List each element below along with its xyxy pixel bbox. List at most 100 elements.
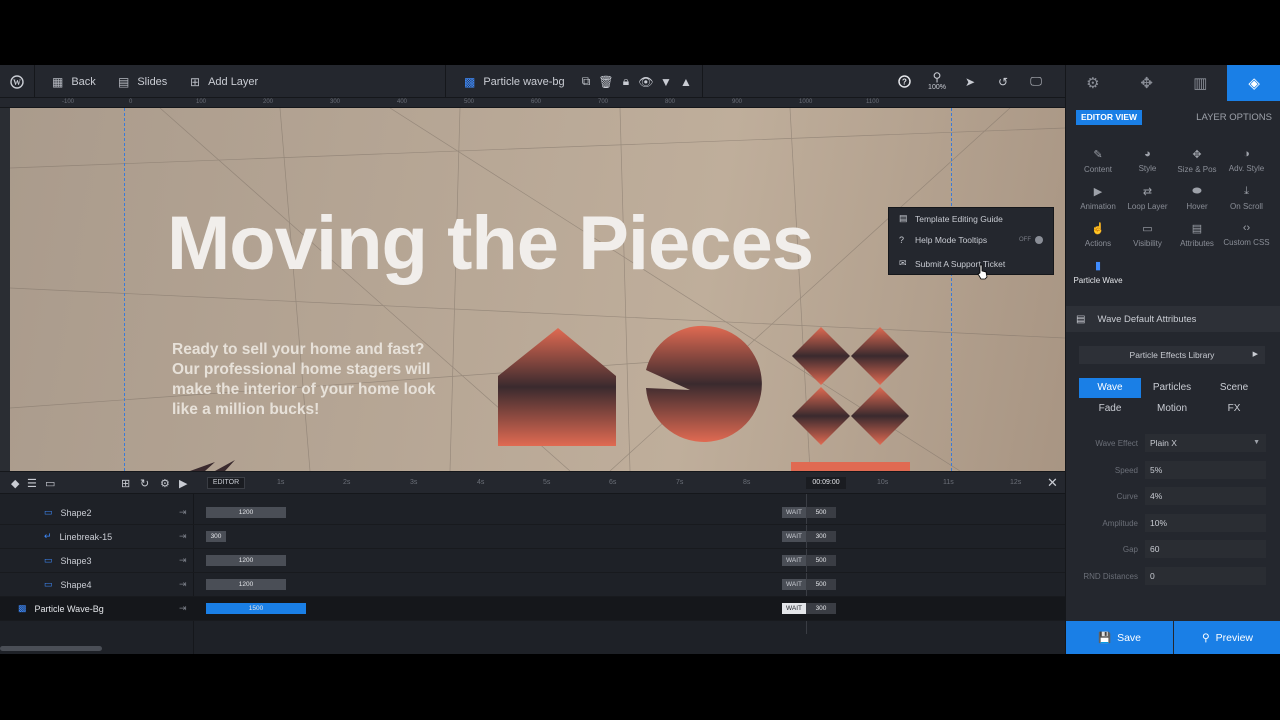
save-button[interactable]: 💾 Save — [1066, 621, 1173, 654]
layers-icon[interactable]: ◆ — [11, 477, 19, 490]
segment-scene[interactable]: Scene — [1203, 378, 1265, 398]
particle-library-button[interactable]: Particle Effects Library ▶ — [1079, 346, 1265, 364]
chevron-down-icon[interactable]: ▼ — [655, 65, 677, 98]
option-content[interactable]: ✎ Content — [1072, 148, 1124, 174]
option-adv-style[interactable]: ◑ Adv. Style — [1221, 148, 1273, 173]
timeline-row[interactable]: ▭ Shape4 ⇥ 1200 WAIT 500 — [0, 573, 1065, 597]
field-wave-effect[interactable]: Plain X ▼ — [1145, 434, 1266, 452]
expand-arrow-icon[interactable]: ⇥ — [179, 579, 187, 590]
expand-arrow-icon[interactable]: ⇥ — [179, 555, 187, 566]
desktop-view-icon[interactable]: 🖵 — [1025, 65, 1047, 98]
field-rnd-distances[interactable]: 0 — [1145, 567, 1266, 585]
trash-icon[interactable]: 🗑 — [595, 65, 617, 98]
folder-icon[interactable]: ▭ — [45, 477, 55, 490]
option-animation[interactable]: ▶ Animation — [1072, 185, 1124, 211]
expand-arrow-icon[interactable]: ⇥ — [179, 507, 187, 518]
option-visibility[interactable]: ▭ Visibility — [1122, 222, 1174, 248]
subtext-paragraph[interactable]: Ready to sell your home and fast? Our pr… — [172, 340, 442, 420]
scroll-icon: ⤓ — [1244, 185, 1249, 197]
duplicate-icon[interactable]: ⧉ — [575, 65, 597, 98]
help-tooltips-item[interactable]: ? Help Mode Tooltips — [899, 235, 987, 245]
option-loop-layer[interactable]: ⇄ Loop Layer — [1122, 185, 1174, 211]
field-label: Gap — [1122, 545, 1138, 555]
option-size-pos[interactable]: ✥ Size & Pos — [1171, 148, 1223, 174]
option-attributes[interactable]: ▤ Attributes — [1171, 222, 1223, 248]
option-actions[interactable]: ☝ Actions — [1072, 222, 1124, 248]
segment-fx[interactable]: FX — [1203, 399, 1265, 419]
refresh-icon[interactable]: ↻ — [140, 477, 149, 490]
duration-bar[interactable]: 1500 — [206, 603, 306, 614]
template-guide-label: Template Editing Guide — [915, 213, 1003, 224]
field-gap[interactable]: 60 — [1145, 540, 1266, 559]
slide-icon[interactable]: ▥ — [1174, 65, 1228, 101]
duration-bar[interactable]: 300 — [206, 531, 226, 542]
editor-tab[interactable]: EDITOR — [207, 477, 245, 489]
slides-button[interactable]: ▤ Slides — [118, 65, 167, 98]
field-curve[interactable]: 4% — [1145, 487, 1266, 506]
wait-block[interactable]: WAIT 300 — [782, 531, 836, 542]
option-custom-css[interactable]: ‹› Custom CSS — [1221, 222, 1273, 247]
slide-canvas[interactable]: Moving the Pieces Ready to sell your hom… — [10, 108, 1065, 471]
pacman-shape[interactable] — [646, 325, 762, 442]
segment-particles[interactable]: Particles — [1141, 378, 1203, 398]
timeline-row-selected[interactable]: ▩ Particle Wave-Bg ⇥ 1500 WAIT 300 — [0, 597, 1065, 621]
wait-block[interactable]: WAIT 500 — [782, 507, 836, 518]
option-hover[interactable]: ⬬ Hover — [1171, 185, 1223, 211]
gear-icon[interactable]: ⚙ — [1066, 65, 1120, 101]
navigation-icon[interactable]: ✥ — [1120, 65, 1174, 101]
tooltips-toggle[interactable] — [1035, 236, 1043, 244]
duration-bar[interactable]: 1200 — [206, 579, 286, 590]
option-particle-wave[interactable]: ▮ Particle Wave — [1072, 259, 1124, 285]
current-time[interactable]: 00:09:00 — [806, 477, 846, 489]
wait-block[interactable]: WAIT 500 — [782, 555, 836, 566]
pointer-icon[interactable]: ➤ — [959, 65, 981, 98]
timeline-row[interactable]: ▭ Shape2 ⇥ 1200 WAIT 500 — [0, 501, 1065, 525]
horizontal-ruler: -100 0 100 200 300 400 500 600 700 800 900 1000 1100 — [0, 98, 1065, 108]
duration-bar[interactable]: 1200 — [206, 555, 286, 566]
preview-button[interactable]: ⚲ Preview — [1174, 621, 1280, 654]
option-on-scroll[interactable]: ⤓ On Scroll — [1221, 185, 1273, 211]
diamond-cluster-shape[interactable] — [792, 327, 909, 445]
segment-fade[interactable]: Fade — [1079, 399, 1141, 419]
editor-view-badge[interactable]: EDITOR VIEW — [1076, 110, 1143, 125]
chevron-up-icon[interactable]: ▲ — [675, 65, 697, 98]
layers-tab-icon[interactable]: ◈ — [1227, 65, 1280, 101]
layer-name: Linebreak-15 — [59, 531, 113, 542]
wave-attributes-header[interactable]: ▤ Wave Default Attributes — [1066, 306, 1280, 332]
list-icon[interactable]: ☰ — [27, 477, 37, 490]
segment-wave[interactable]: Wave — [1079, 378, 1141, 398]
timeline-row[interactable]: ↵ Linebreak-15 ⇥ 300 WAIT 300 — [0, 525, 1065, 549]
field-amplitude[interactable]: 10% — [1145, 513, 1266, 532]
expand-arrow-icon[interactable]: ⇥ — [179, 603, 187, 614]
wordpress-logo-icon[interactable]: W — [6, 65, 28, 98]
settings-icon[interactable]: ⚙ — [160, 477, 170, 490]
add-layer-button[interactable]: ⊞ Add Layer — [190, 65, 258, 98]
timeline-row[interactable]: ▭ Shape3 ⇥ 1200 WAIT 500 — [0, 549, 1065, 573]
segment-motion[interactable]: Motion — [1141, 399, 1203, 419]
back-button[interactable]: ▦ Back — [52, 65, 96, 98]
bar-shape[interactable] — [791, 462, 910, 471]
expand-arrow-icon[interactable]: ⇥ — [179, 531, 187, 542]
field-label: Amplitude — [1102, 518, 1138, 528]
play-icon[interactable]: ▶ — [179, 477, 187, 490]
template-guide-item[interactable]: ▤ Template Editing Guide — [899, 213, 1003, 224]
grid-view-icon[interactable]: ⊞ — [121, 477, 130, 490]
current-layer-selector[interactable]: ▩ Particle wave-bg — [464, 65, 565, 98]
close-icon[interactable]: ✕ — [1047, 475, 1058, 491]
time-mark: 12s — [1010, 479, 1022, 486]
help-icon[interactable]: ? — [893, 65, 915, 98]
eye-icon[interactable]: 👁 — [635, 65, 657, 98]
lock-icon[interactable]: 🔒︎ — [615, 65, 637, 98]
wait-block[interactable]: WAIT 500 — [782, 579, 836, 590]
field-speed[interactable]: 5% — [1145, 460, 1266, 479]
timeline-scrollbar[interactable] — [0, 646, 102, 651]
duration-bar[interactable]: 1200 — [206, 507, 286, 518]
option-label: Loop Layer — [1127, 202, 1168, 211]
field-value: 10% — [1150, 517, 1168, 528]
undo-icon[interactable]: ↺ — [992, 65, 1014, 98]
wait-block[interactable]: WAIT 300 — [782, 603, 836, 614]
headline-text[interactable]: Moving the Pieces — [167, 200, 814, 287]
option-style[interactable]: ◕ Style — [1122, 148, 1174, 173]
support-ticket-item[interactable]: ✉ Submit A Support Ticket — [899, 258, 1005, 269]
pentagon-shape[interactable] — [498, 328, 616, 446]
